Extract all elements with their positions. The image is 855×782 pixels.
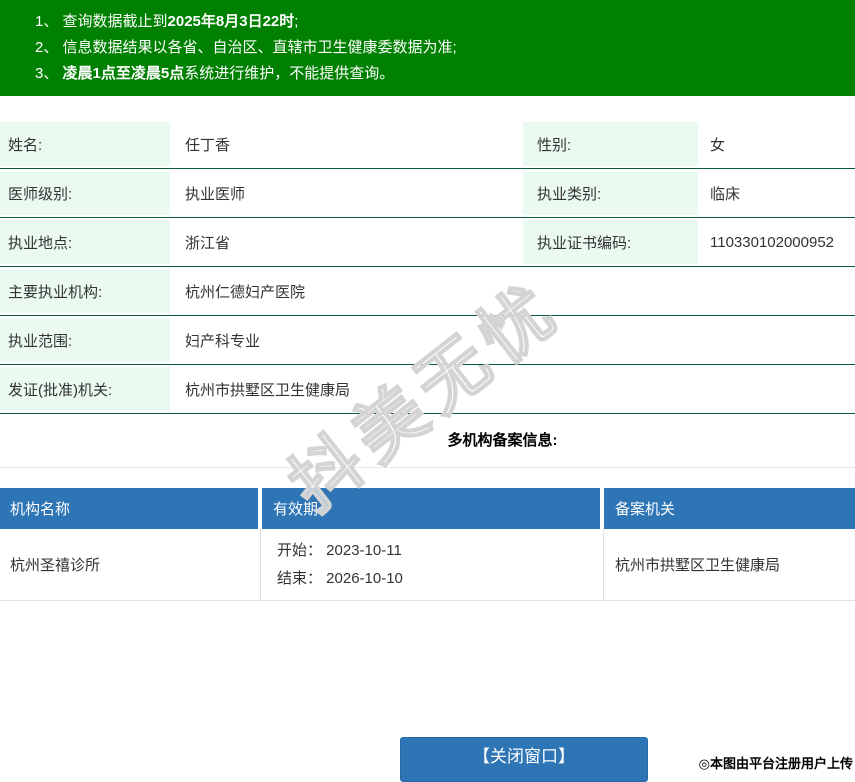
footer-upload-note: ◎本图由平台注册用户上传 [699,753,853,772]
form-value: 执业医师 [170,169,523,217]
form-label: 执业类别: [523,171,698,215]
form-label-cell: 性别: [523,120,698,168]
form-row: 发证(批准)机关:杭州市拱墅区卫生健康局 [0,365,855,414]
notice-text: ; [294,13,298,30]
org-name-cell: 杭州圣禧诊所 [0,529,261,600]
column-header-authority: 备案机关 [604,488,855,529]
notice-list: 1、 查询数据截止到2025年8月3日22时; 2、 信息数据结果以各省、自治区、… [35,9,845,87]
form-value: 妇产科专业 [170,316,855,364]
section-heading: 多机构备案信息: [0,414,855,468]
form-value: 杭州市拱墅区卫生健康局 [170,365,855,413]
notice-text: 3、 [35,65,63,82]
form-value: 临床 [698,169,855,217]
form-label-cell: 执业地点: [0,218,170,266]
form-label: 发证(批准)机关: [0,367,170,411]
notice-text: 1、 查询数据截止到 [35,13,168,30]
form-value: 110330102000952 [698,218,855,266]
validity-cell: 开始： 2023-10-11结束： 2026-10-10 [261,529,604,600]
notice-line: 3、 凌晨1点至凌晨5点系统进行维护，不能提供查询。 [35,61,845,87]
notice-banner: 1、 查询数据截止到2025年8月3日22时; 2、 信息数据结果以各省、自治区、… [0,0,855,96]
form-label: 性别: [523,122,698,166]
form-label: 主要执业机构: [0,269,170,313]
column-header-org: 机构名称 [0,488,258,529]
filing-table-header: 机构名称 有效期 备案机关 [0,488,855,529]
close-window-button[interactable]: 【关闭窗口】 [400,737,648,782]
notice-text: 2025年8月3日22时 [168,13,295,30]
doctor-detail-form: 姓名:任丁香性别:女医师级别:执业医师执业类别:临床执业地点:浙江省执业证书编码… [0,120,855,414]
form-label: 执业证书编码: [523,220,698,264]
filing-table-body: 杭州圣禧诊所开始： 2023-10-11结束： 2026-10-10杭州市拱墅区… [0,529,855,601]
section-title: 多机构备案信息: [448,432,558,449]
column-header-validity: 有效期 [262,488,600,529]
form-row: 医师级别:执业医师执业类别:临床 [0,169,855,218]
form-value: 女 [698,120,855,168]
form-label: 医师级别: [0,171,170,215]
form-value: 浙江省 [170,218,523,266]
authority-cell: 杭州市拱墅区卫生健康局 [604,529,855,600]
form-row: 主要执业机构:杭州仁德妇产医院 [0,267,855,316]
validity-line: 开始： 2023-10-11 [277,537,603,565]
form-label-cell: 姓名: [0,120,170,168]
notice-line: 2、 信息数据结果以各省、自治区、直辖市卫生健康委数据为准; [35,35,845,61]
form-row: 执业地点:浙江省执业证书编码:110330102000952 [0,218,855,267]
form-label-cell: 主要执业机构: [0,267,170,315]
form-label: 执业地点: [0,220,170,264]
form-label: 姓名: [0,122,170,166]
validity-line: 结束： 2026-10-10 [277,565,603,593]
form-label-cell: 执业类别: [523,169,698,217]
form-row: 姓名:任丁香性别:女 [0,120,855,169]
form-value: 杭州仁德妇产医院 [170,267,855,315]
form-label-cell: 执业证书编码: [523,218,698,266]
notice-line: 1、 查询数据截止到2025年8月3日22时; [35,9,845,35]
form-row: 执业范围:妇产科专业 [0,316,855,365]
filing-table-row: 杭州圣禧诊所开始： 2023-10-11结束： 2026-10-10杭州市拱墅区… [0,529,855,601]
form-value: 任丁香 [170,120,523,168]
form-label: 执业范围: [0,318,170,362]
form-label-cell: 执业范围: [0,316,170,364]
notice-text: 2、 信息数据结果以各省、自治区、直辖市卫生健康委数据为准; [35,39,457,56]
notice-text: 凌晨1点至凌晨5点 [63,65,185,82]
form-label-cell: 医师级别: [0,169,170,217]
form-label-cell: 发证(批准)机关: [0,365,170,413]
notice-text: 系统进行维护，不能提供查询。 [184,65,394,82]
filing-table: 机构名称 有效期 备案机关 杭州圣禧诊所开始： 2023-10-11结束： 20… [0,488,855,601]
